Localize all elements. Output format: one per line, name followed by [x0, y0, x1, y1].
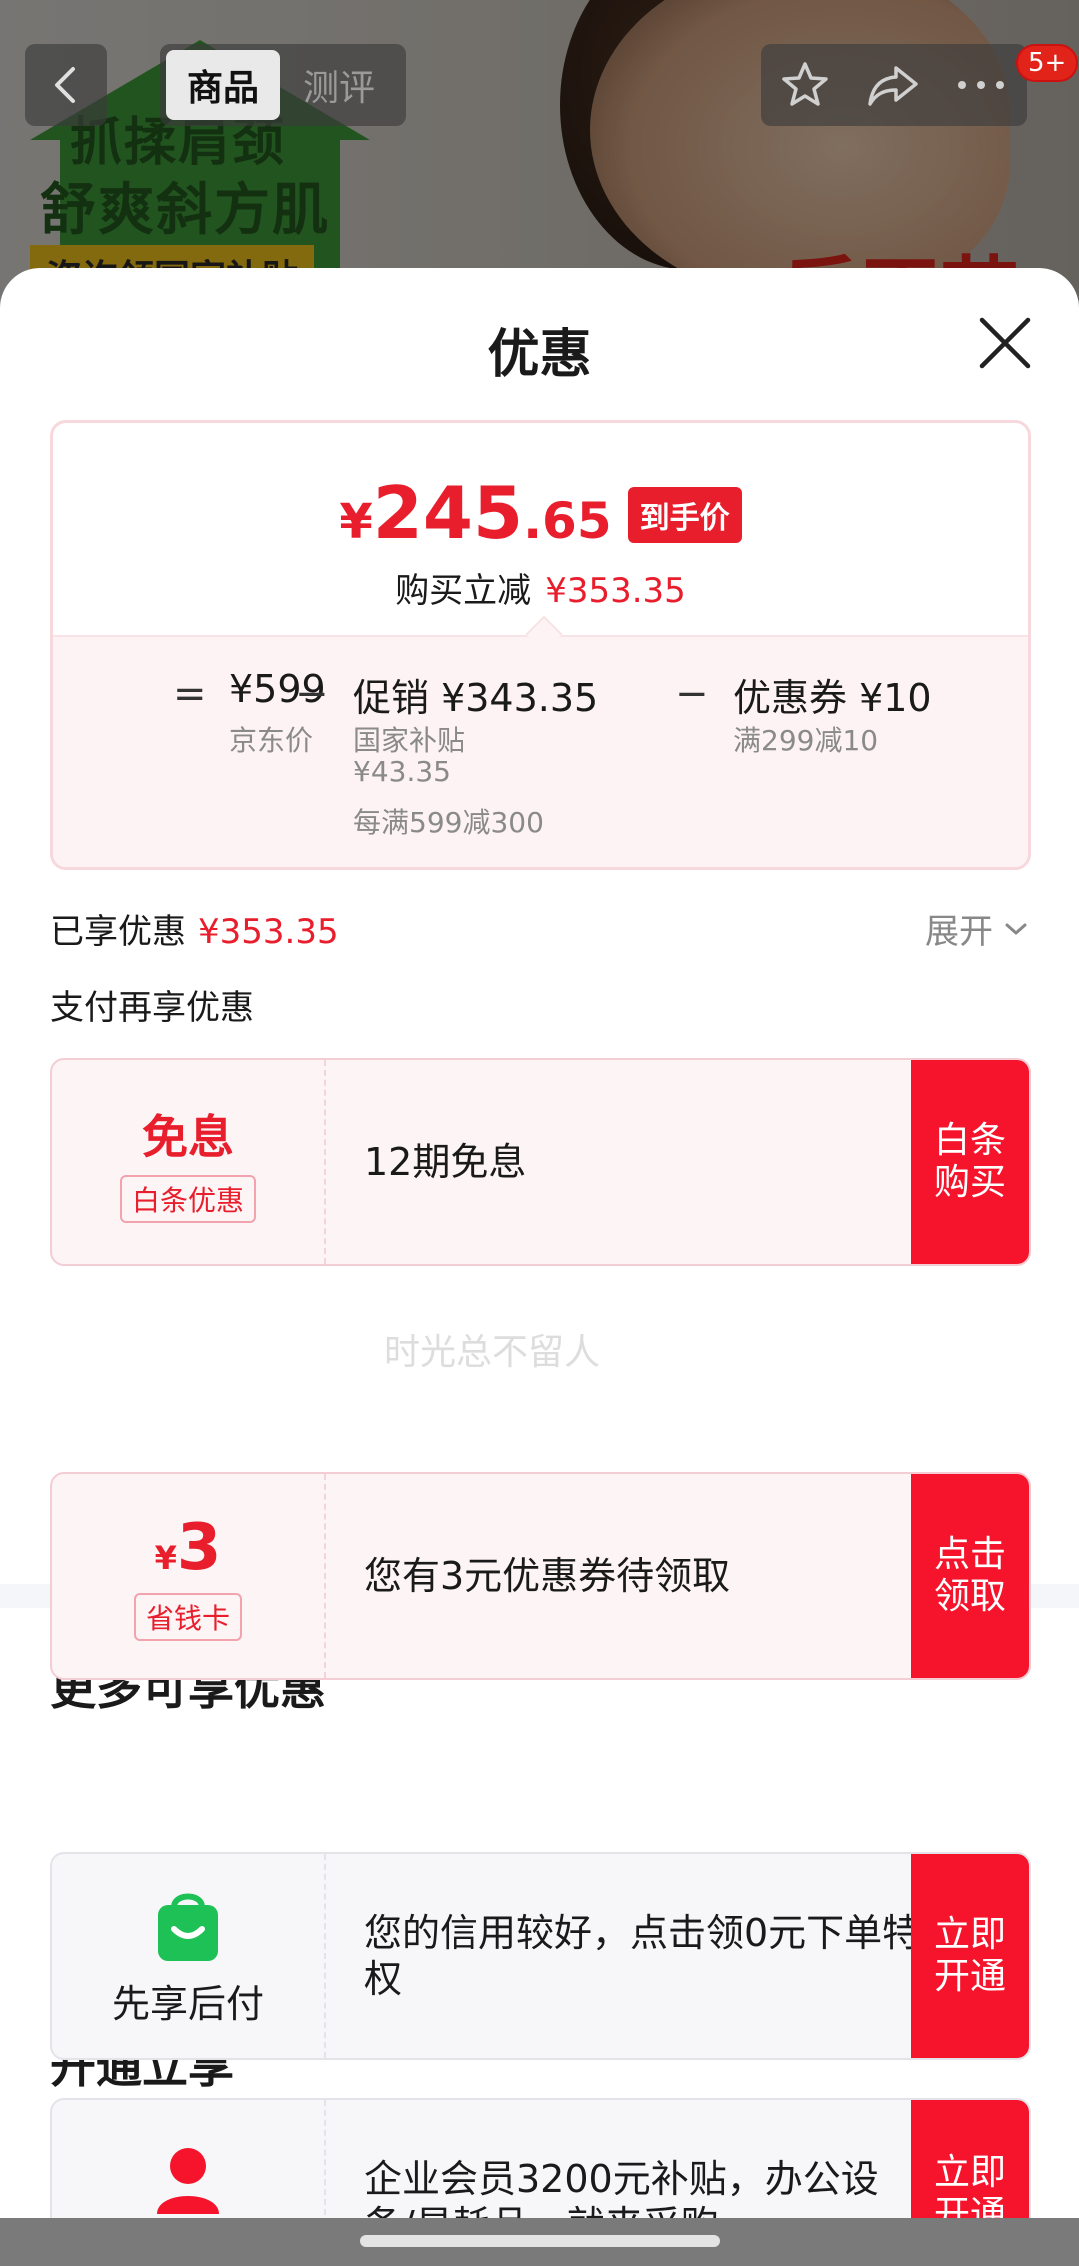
header-tabs: 商品 测评 — [160, 44, 406, 126]
button-label: 点击 领取 — [933, 1534, 1006, 1617]
offer-text: 12期免息 — [364, 1140, 527, 1184]
enjoyed-amount: ¥353.35 — [198, 912, 339, 952]
home-indicator[interactable] — [360, 2235, 720, 2247]
star-icon — [782, 62, 828, 106]
watermark-text: 时光总不留人 — [384, 1332, 601, 1373]
more-icon — [958, 81, 1004, 89]
tab-product[interactable]: 商品 — [166, 50, 280, 120]
offer-text: 您的信用较好，点击领0元下单特权 — [364, 1911, 921, 2001]
offer-text: 您有3元优惠券待领取 — [364, 1554, 731, 1598]
promo-sub-amount: ¥43.35 — [353, 755, 451, 788]
promo-sub-label: 国家补贴 — [353, 724, 466, 757]
pay-later-label: 先享后付 — [111, 1981, 264, 2026]
promo-rule: 每满599减300 — [353, 806, 544, 839]
cart-count-badge: 5+ — [1016, 44, 1079, 82]
offer-left: ¥3 省钱卡 — [52, 1474, 326, 1678]
sheet-title: 优惠 — [487, 325, 592, 385]
reduce-amount: ¥353.35 — [545, 571, 686, 611]
coupon-offer-card: ¥3 省钱卡 您有3元优惠券待领取 点击 领取 — [50, 1472, 1031, 1680]
minus-sign: − — [675, 671, 709, 717]
price-currency: ¥ — [339, 494, 373, 550]
coupon-number: 3 — [176, 1511, 222, 1585]
user-icon — [157, 2148, 219, 2214]
offer-tag: 省钱卡 — [133, 1593, 242, 1641]
coupon-amount: 优惠券 ¥10 — [733, 676, 932, 720]
expand-toggle[interactable]: 展开 — [925, 904, 1031, 953]
price-breakdown: = ¥599 京东价 − 促销 ¥343.35 国家补贴 ¥43.35 每满59… — [53, 635, 1028, 867]
offer-left: 先享后付 — [52, 1854, 326, 2058]
baitiao-offer-card: 免息 白条优惠 12期免息 白条 购买 — [50, 1058, 1031, 1266]
minus-sign: − — [295, 671, 329, 717]
more-button[interactable] — [937, 44, 1025, 126]
promo-amount: 促销 ¥343.35 — [353, 676, 599, 720]
pay-more-title: 支付再享优惠 — [50, 988, 254, 1028]
baitiao-buy-button[interactable]: 白条 购买 — [911, 1060, 1029, 1264]
back-button[interactable] — [25, 44, 107, 126]
coupon-rule: 满299减10 — [733, 724, 879, 757]
pay-later-card: 先享后付 您的信用较好，点击领0元下单特权 立即 开通 — [50, 1852, 1031, 2060]
claim-coupon-button[interactable]: 点击 领取 — [911, 1474, 1029, 1678]
reduce-line: 购买立减 ¥353.35 — [53, 563, 1028, 612]
header-actions — [761, 44, 1027, 126]
offer-title: 免息 — [142, 1110, 234, 1164]
tab-review[interactable]: 测评 — [280, 50, 398, 120]
coupon-value: ¥3 — [155, 1511, 222, 1585]
discount-sheet: 优惠 ¥ 245 .65 到手价 购买立减 ¥353.35 = ¥599 京东价 … — [0, 268, 1079, 2266]
final-price: ¥ 245 .65 到手价 — [53, 471, 1028, 555]
share-icon — [868, 66, 918, 106]
enjoyed-discount: 已享优惠 ¥353.35 — [50, 904, 339, 953]
offer-left: 免息 白条优惠 — [52, 1060, 326, 1264]
activate-button[interactable]: 立即 开通 — [911, 1854, 1029, 2058]
offer-tag: 白条优惠 — [119, 1175, 256, 1223]
price-integer: 245 — [372, 471, 524, 555]
equals-sign: = — [173, 671, 207, 717]
enjoyed-label: 已享优惠 — [50, 912, 186, 952]
button-label: 白条 购买 — [933, 1120, 1006, 1203]
chevron-down-icon — [1005, 923, 1027, 934]
close-button[interactable] — [976, 314, 1034, 372]
share-button[interactable] — [849, 44, 937, 126]
back-icon — [55, 67, 75, 103]
price-summary-card: ¥ 245 .65 到手价 购买立减 ¥353.35 = ¥599 京东价 − 促… — [50, 420, 1031, 870]
expand-label: 展开 — [925, 912, 993, 952]
price-decimal: .65 — [523, 492, 612, 550]
button-label: 立即 开通 — [933, 1914, 1006, 1997]
reduce-label: 购买立减 — [395, 571, 532, 611]
jd-price-label: 京东价 — [229, 724, 314, 757]
coupon-currency: ¥ — [154, 1539, 177, 1577]
shopping-bag-icon — [158, 1893, 218, 1961]
favorite-button[interactable] — [761, 44, 849, 126]
final-price-tag: 到手价 — [627, 487, 742, 543]
close-icon — [979, 317, 1031, 369]
